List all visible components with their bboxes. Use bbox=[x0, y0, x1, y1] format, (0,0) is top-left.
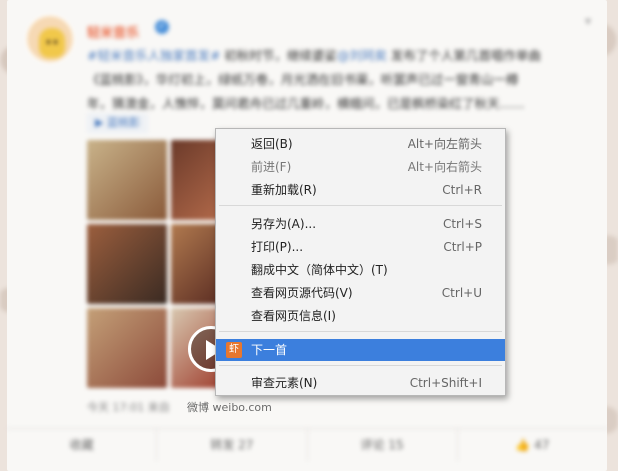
menu-item-next-track[interactable]: 虾 下一首 bbox=[216, 339, 505, 361]
music-link[interactable]: ▶ 蓝桃影 bbox=[87, 113, 148, 133]
menu-separator bbox=[219, 331, 502, 332]
menu-item-reload[interactable]: 重新加载(R) Ctrl+R bbox=[216, 179, 505, 201]
xiami-extension-icon: 虾 bbox=[226, 342, 242, 358]
verified-icon: ✓ bbox=[155, 20, 169, 34]
menu-separator bbox=[219, 365, 502, 366]
mention-link[interactable]: @刘珂矣 bbox=[337, 48, 387, 63]
like-button[interactable]: 👍 47 bbox=[458, 429, 607, 461]
topic-link[interactable]: #轻米音乐人独家首发# bbox=[87, 48, 220, 63]
menu-item-back[interactable]: 返回(B) Alt+向左箭头 bbox=[216, 133, 505, 155]
comment-button[interactable]: 评论 15 bbox=[308, 429, 458, 461]
post-source[interactable]: 微博 weibo.com bbox=[187, 399, 272, 415]
menu-separator bbox=[219, 205, 502, 206]
menu-item-save-as[interactable]: 另存为(A)... Ctrl+S bbox=[216, 213, 505, 235]
avatar[interactable] bbox=[25, 14, 75, 64]
author-name[interactable]: 轻米音乐 bbox=[87, 22, 139, 41]
post-image[interactable] bbox=[87, 140, 167, 220]
context-menu: 返回(B) Alt+向左箭头 前进(F) Alt+向右箭头 重新加载(R) Ct… bbox=[215, 128, 506, 396]
menu-item-page-info[interactable]: 查看网页信息(I) bbox=[216, 305, 505, 327]
post-text: #轻米音乐人独家首发# 初秋时节，继续婆娑@刘珂矣 发布了个人第几首唱作单曲 《… bbox=[87, 48, 541, 111]
post-timestamp[interactable]: 今天 17:01 来自 bbox=[87, 399, 170, 415]
post-image[interactable] bbox=[87, 224, 167, 304]
menu-item-print[interactable]: 打印(P)... Ctrl+P bbox=[216, 236, 505, 258]
menu-item-view-source[interactable]: 查看网页源代码(V) Ctrl+U bbox=[216, 282, 505, 304]
post-image[interactable] bbox=[87, 308, 167, 388]
chevron-down-icon[interactable]: ▾ bbox=[585, 14, 591, 28]
favorite-button[interactable]: 收藏 bbox=[7, 429, 158, 461]
repost-button[interactable]: 转发 27 bbox=[157, 429, 308, 461]
menu-item-translate[interactable]: 翻成中文（简体中文）(T) bbox=[216, 259, 505, 281]
post-actions: 收藏 转发 27 评论 15 👍 47 bbox=[7, 428, 607, 461]
menu-item-forward[interactable]: 前进(F) Alt+向右箭头 bbox=[216, 156, 505, 178]
menu-item-inspect[interactable]: 审查元素(N) Ctrl+Shift+I bbox=[216, 372, 505, 394]
